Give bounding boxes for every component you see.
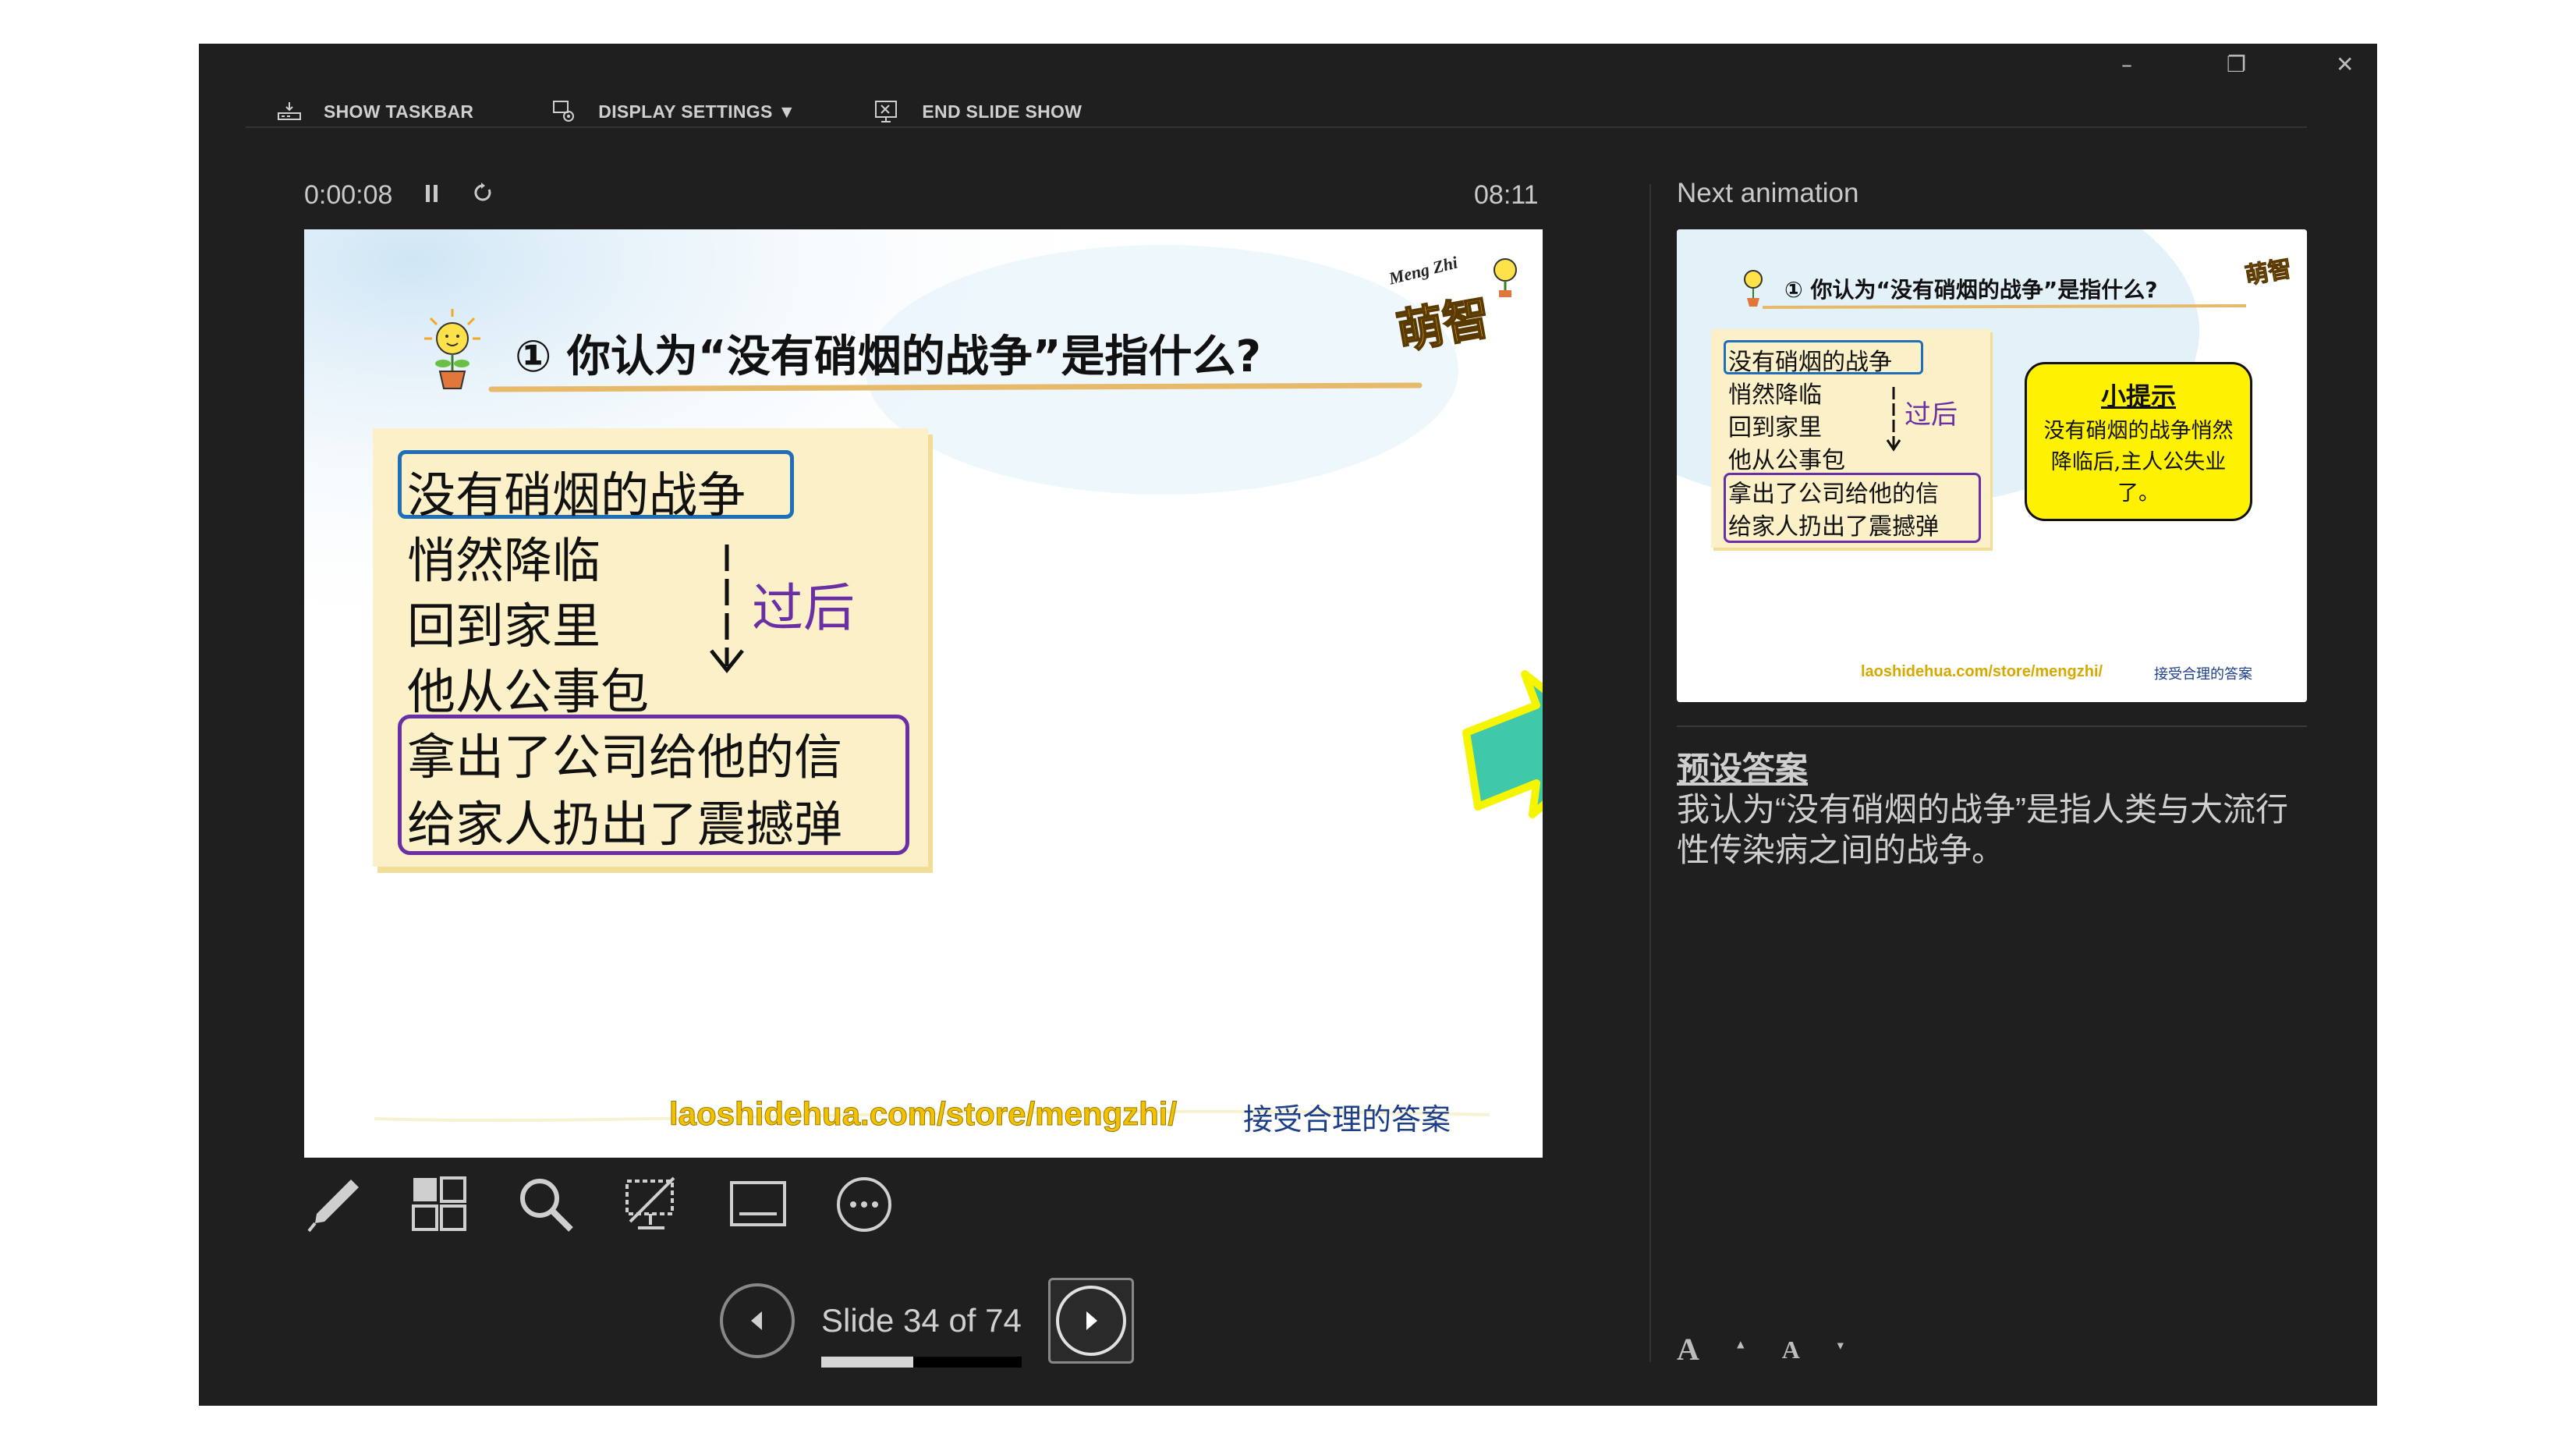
next-slide-circle bbox=[1055, 1286, 1126, 1356]
presenter-window: – ❐ ✕ SHOW TASKBAR DISPLAY SETTINGS ▼ EN… bbox=[199, 44, 2377, 1406]
display-settings-button[interactable]: DISPLAY SETTINGS ▼ bbox=[551, 99, 795, 124]
preview-line-1: 没有硝烟的战争 bbox=[1728, 349, 1892, 376]
slide-progress-bar bbox=[821, 1357, 1022, 1368]
slide-line-3: 回到家里 bbox=[407, 598, 601, 655]
prev-icon bbox=[751, 1311, 762, 1330]
pause-icon bbox=[426, 185, 438, 202]
end-show-icon bbox=[875, 101, 898, 122]
more-icon bbox=[837, 1177, 891, 1232]
slide-line-2: 悄然降临 bbox=[407, 532, 601, 589]
hint-text: 没有硝烟的战争悄然降临后,主人公失业了。 bbox=[2043, 419, 2234, 506]
end-slide-show-label: END SLIDE SHOW bbox=[922, 101, 1082, 122]
footer-url: laoshidehua.com/store/mengzhi/ bbox=[668, 1095, 1178, 1133]
end-slide-show-button[interactable]: END SLIDE SHOW bbox=[873, 99, 1082, 124]
toolbar-divider bbox=[246, 126, 2307, 128]
down-arrow-icon bbox=[710, 545, 744, 674]
footer-note: 接受合理的答案 bbox=[1243, 1102, 1451, 1137]
slide-counter: Slide 34 of 74 bbox=[821, 1302, 1022, 1368]
previous-slide-button[interactable] bbox=[720, 1283, 795, 1358]
font-decrease-icon: A bbox=[1781, 1336, 1800, 1364]
see-all-slides-button[interactable] bbox=[410, 1175, 469, 1234]
hint-title: 小提示 bbox=[2100, 381, 2176, 411]
next-slide-preview[interactable]: ① 你认为“没有硝烟的战争”是指什么? 萌智 没有硝烟的战争 悄然降临 回到家里… bbox=[1677, 229, 2307, 702]
preview-bulb-icon bbox=[1744, 270, 1763, 307]
preview-title: ① 你认为“没有硝烟的战争”是指什么? bbox=[1784, 277, 2158, 303]
annotation-label: 过后 bbox=[752, 578, 855, 638]
reset-timer-button[interactable] bbox=[472, 180, 494, 211]
preview-line-5: 拿出了公司给他的信 bbox=[1728, 481, 1939, 508]
speaker-notes[interactable]: 预设答案 我认为“没有硝烟的战争”是指人类与大流行性传染病之间的战争。 bbox=[1677, 749, 2307, 871]
subtitles-button[interactable] bbox=[728, 1175, 788, 1234]
pen-tool-button[interactable] bbox=[304, 1175, 363, 1234]
lightbulb-icon bbox=[424, 309, 480, 389]
notes-text: 我认为“没有硝烟的战争”是指人类与大流行性传染病之间的战争。 bbox=[1677, 791, 2288, 868]
restore-button[interactable]: ❐ bbox=[2227, 51, 2246, 77]
zoom-button[interactable] bbox=[516, 1175, 576, 1234]
notes-divider bbox=[1677, 726, 2307, 727]
display-settings-label: DISPLAY SETTINGS ▼ bbox=[598, 101, 796, 122]
brand-logo: Meng Zhi 萌智 bbox=[1387, 252, 1529, 361]
presenter-toolbar: SHOW TASKBAR DISPLAY SETTINGS ▼ END SLID… bbox=[277, 84, 1160, 139]
notes-font-controls: A ▲ A ▼ bbox=[1677, 1331, 1881, 1368]
next-slide-button[interactable] bbox=[1047, 1278, 1134, 1364]
pen-icon bbox=[307, 1180, 359, 1233]
preview-footer-note: 接受合理的答案 bbox=[2154, 666, 2252, 683]
grid-icon bbox=[412, 1176, 466, 1231]
timer-bar: 0:00:08 bbox=[304, 180, 494, 211]
preview-line-2: 悄然降临 bbox=[1728, 381, 1822, 409]
notes-heading: 预设答案 bbox=[1677, 750, 1809, 787]
screen-icon bbox=[625, 1176, 675, 1229]
slide-line-5: 拿出了公司给他的信 bbox=[407, 729, 843, 786]
elapsed-time: 0:00:08 bbox=[304, 180, 393, 210]
preview-line-3: 回到家里 bbox=[1728, 414, 1822, 442]
next-animation-label: Next animation bbox=[1677, 178, 1859, 208]
clock-time: 08:11 bbox=[1474, 180, 1539, 210]
preview-line-4: 他从公事包 bbox=[1728, 447, 1845, 474]
next-arrow-graphic bbox=[1462, 670, 1543, 818]
brand-bulb-icon bbox=[1494, 258, 1517, 297]
preview-line-6: 给家人扔出了震撼弹 bbox=[1728, 513, 1939, 541]
subtitle-icon bbox=[730, 1181, 786, 1226]
display-settings-icon bbox=[553, 101, 575, 122]
close-button[interactable]: ✕ bbox=[2336, 51, 2354, 77]
more-options-button[interactable] bbox=[834, 1175, 894, 1234]
brand-en: Meng Zhi bbox=[1387, 252, 1460, 289]
next-icon bbox=[1086, 1311, 1097, 1330]
slide-tools bbox=[304, 1175, 941, 1234]
show-taskbar-button[interactable]: SHOW TASKBAR bbox=[277, 101, 473, 122]
reset-icon bbox=[474, 183, 491, 201]
pause-button[interactable] bbox=[423, 180, 441, 211]
slide-counter-label: Slide 34 of 74 bbox=[821, 1302, 1022, 1339]
slide-line-6: 给家人扔出了震撼弹 bbox=[407, 796, 843, 853]
font-increase-button[interactable]: A ▲ bbox=[1677, 1331, 1747, 1368]
slide-progress-fill bbox=[821, 1357, 914, 1368]
panel-divider bbox=[1649, 184, 1651, 1362]
zoom-icon bbox=[520, 1179, 573, 1232]
hint-box: 小提示 没有硝烟的战争悄然降临后,主人公失业了。 bbox=[2025, 362, 2252, 521]
taskbar-icon bbox=[278, 102, 301, 120]
minimize-button[interactable]: – bbox=[2121, 51, 2132, 77]
slide-line-4: 他从公事包 bbox=[407, 663, 650, 720]
current-slide[interactable]: ① 你认为“没有硝烟的战争”是指什么? Meng Zhi 萌智 没有硝烟的战争 … bbox=[304, 229, 1543, 1158]
font-decrease-button[interactable]: A ▼ bbox=[1782, 1336, 1846, 1368]
font-increase-icon: A bbox=[1677, 1332, 1699, 1367]
preview-annotation: 过后 bbox=[1905, 399, 1958, 431]
preview-footer-url: laoshidehua.com/store/mengzhi/ bbox=[1861, 663, 2103, 680]
black-screen-button[interactable] bbox=[622, 1175, 682, 1234]
slide-line-1: 没有硝烟的战争 bbox=[407, 467, 746, 523]
preview-arrow-icon bbox=[1886, 387, 1901, 452]
slide-title: ① 你认为“没有硝烟的战争”是指什么? bbox=[515, 332, 1262, 382]
slide-navigation: Slide 34 of 74 bbox=[720, 1278, 1134, 1368]
show-taskbar-label: SHOW TASKBAR bbox=[324, 101, 474, 122]
